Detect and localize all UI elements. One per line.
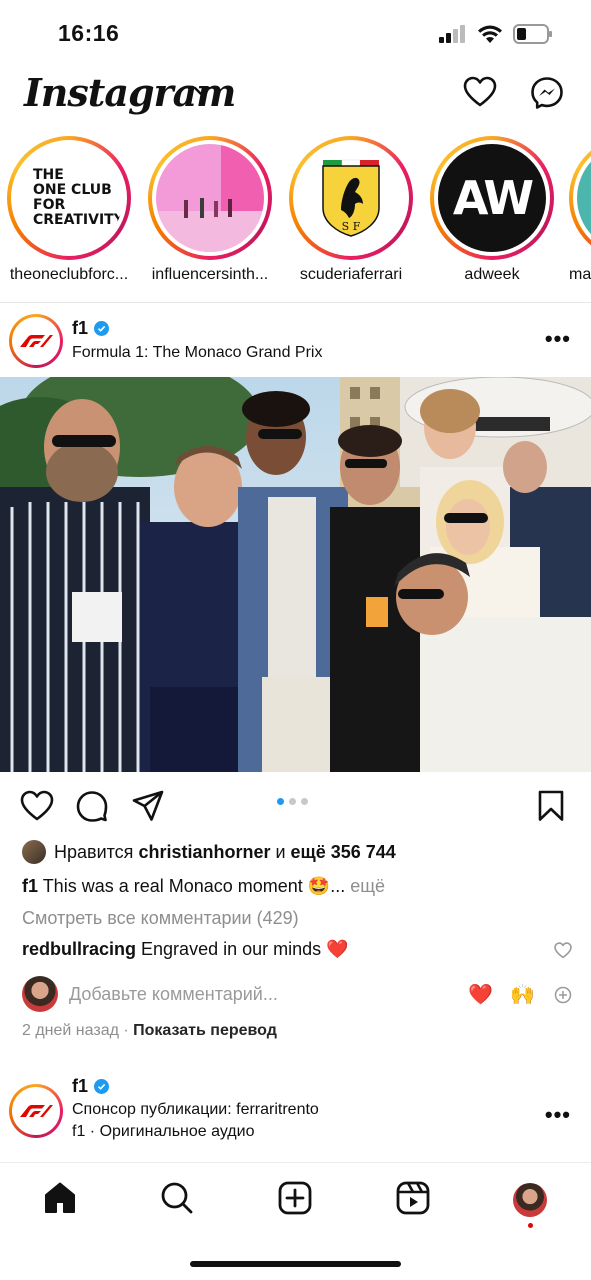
story-partial[interactable]: ma bbox=[569, 136, 591, 284]
home-icon[interactable] bbox=[43, 1181, 77, 1215]
post-actions bbox=[0, 786, 591, 826]
post-username[interactable]: f1 bbox=[72, 318, 110, 339]
messenger-icon[interactable] bbox=[530, 76, 564, 110]
my-avatar bbox=[22, 976, 58, 1012]
post-meta: 2 дней назад · Показать перевод bbox=[22, 1022, 277, 1039]
quick-emoji-heart[interactable]: ❤️ bbox=[468, 982, 493, 1007]
post2-header: f1 Спонсор публикации: ferraritrento f1 … bbox=[0, 1076, 591, 1146]
likes-summary[interactable]: Нравится christianhorner и ещё 356 744 bbox=[22, 840, 396, 864]
comment-icon[interactable] bbox=[76, 790, 108, 822]
carousel-dot bbox=[277, 798, 284, 805]
clock: 16:16 bbox=[58, 20, 120, 46]
stories-tray: THE ONE CLUB FOR CREATIVITY theoneclubfo… bbox=[0, 136, 591, 296]
comment-emoji: ❤️ bbox=[326, 939, 349, 959]
svg-text:S F: S F bbox=[342, 220, 361, 233]
post-caption: f1 This was a real Monaco moment 🤩... ещ… bbox=[22, 876, 386, 896]
add-emoji-icon[interactable] bbox=[554, 986, 572, 1004]
caption-username[interactable]: f1 bbox=[22, 876, 38, 896]
profile-avatar[interactable] bbox=[513, 1183, 547, 1217]
top-comment: redbullracing Engraved in our minds ❤️ bbox=[22, 939, 349, 959]
sponsor-line: Спонсор публикации: ferraritrento bbox=[72, 1101, 319, 1118]
more-options-icon[interactable]: ••• bbox=[545, 326, 571, 352]
f1-logo-icon bbox=[20, 335, 53, 347]
reels-icon[interactable] bbox=[396, 1181, 430, 1215]
f1-avatar[interactable] bbox=[9, 314, 63, 368]
heart-icon[interactable] bbox=[463, 76, 497, 108]
bookmark-icon[interactable] bbox=[538, 790, 564, 822]
quick-emoji-raised-hands[interactable]: 🙌 bbox=[510, 982, 535, 1007]
one-club-logo: THE ONE CLUB FOR CREATIVITY bbox=[15, 144, 123, 252]
story-username: ma bbox=[569, 266, 591, 283]
share-icon[interactable] bbox=[132, 790, 164, 822]
carousel-dot bbox=[289, 798, 296, 805]
adweek-logo: AW bbox=[438, 144, 546, 252]
story-username: adweek bbox=[464, 266, 520, 283]
caption-more-link[interactable]: ещё bbox=[345, 876, 385, 896]
post-image bbox=[0, 377, 591, 772]
post-header: f1 Formula 1: The Monaco Grand Prix ••• bbox=[0, 312, 591, 374]
f1-avatar[interactable] bbox=[9, 1084, 63, 1138]
story-username: influencersinth... bbox=[151, 266, 269, 283]
carousel-indicator bbox=[277, 798, 308, 805]
battery-icon bbox=[513, 24, 552, 44]
comment-input[interactable]: Добавьте комментарий... bbox=[69, 984, 278, 1005]
app-header: Instagram bbox=[0, 62, 591, 124]
chevron-down-icon[interactable] bbox=[193, 86, 211, 98]
verified-badge-icon bbox=[94, 321, 110, 336]
post-time: 2 дней назад bbox=[22, 1022, 119, 1039]
view-all-comments-link[interactable]: Смотреть все комментарии (429) bbox=[22, 908, 299, 929]
ferrari-logo: S F bbox=[297, 144, 405, 252]
status-icons bbox=[439, 24, 553, 44]
sponsor-username[interactable]: ferraritrento bbox=[236, 1101, 319, 1118]
f1-logo-icon bbox=[20, 1105, 53, 1117]
story-username: scuderiaferrari bbox=[299, 266, 403, 283]
liker-username[interactable]: christianhorner bbox=[138, 842, 270, 862]
more-options-icon[interactable]: ••• bbox=[545, 1102, 571, 1128]
translate-link[interactable]: Показать перевод bbox=[133, 1022, 277, 1039]
notification-dot bbox=[528, 1223, 533, 1228]
home-indicator bbox=[190, 1261, 401, 1267]
status-bar: 16:16 bbox=[0, 0, 591, 62]
verified-badge-icon bbox=[94, 1079, 110, 1094]
likes-count[interactable]: ещё 356 744 bbox=[291, 842, 396, 862]
post2-username[interactable]: f1 bbox=[72, 1076, 110, 1097]
comment-username[interactable]: redbullracing bbox=[22, 939, 136, 959]
story-theoneclub[interactable]: THE ONE CLUB FOR CREATIVITY theoneclubfo… bbox=[5, 136, 133, 284]
caption-emoji: 🤩 bbox=[307, 876, 331, 896]
story-thumbnail bbox=[156, 144, 264, 252]
audio-line[interactable]: f1 · Оригинальное аудио bbox=[72, 1123, 254, 1141]
create-post-icon[interactable] bbox=[278, 1181, 312, 1215]
story-username: theoneclubforc... bbox=[9, 266, 129, 283]
story-adweek[interactable]: AW adweek bbox=[428, 136, 556, 284]
story-scuderiaferrari[interactable]: S F scuderiaferrari bbox=[287, 136, 415, 284]
carousel-dot bbox=[301, 798, 308, 805]
search-icon[interactable] bbox=[160, 1181, 194, 1215]
liker-avatar bbox=[22, 840, 46, 864]
comment-like-icon[interactable] bbox=[554, 942, 572, 959]
like-heart-icon[interactable] bbox=[20, 790, 54, 822]
post-photo[interactable] bbox=[0, 377, 591, 772]
signal-icon bbox=[439, 25, 465, 43]
wifi-icon bbox=[478, 25, 502, 43]
prancing-horse-icon: S F bbox=[322, 159, 380, 237]
divider bbox=[0, 302, 591, 303]
story-influencers[interactable]: influencersinth... bbox=[146, 136, 274, 284]
add-comment-row: Добавьте комментарий... ❤️ 🙌 bbox=[22, 976, 582, 1014]
post-location[interactable]: Formula 1: The Monaco Grand Prix bbox=[72, 344, 322, 362]
